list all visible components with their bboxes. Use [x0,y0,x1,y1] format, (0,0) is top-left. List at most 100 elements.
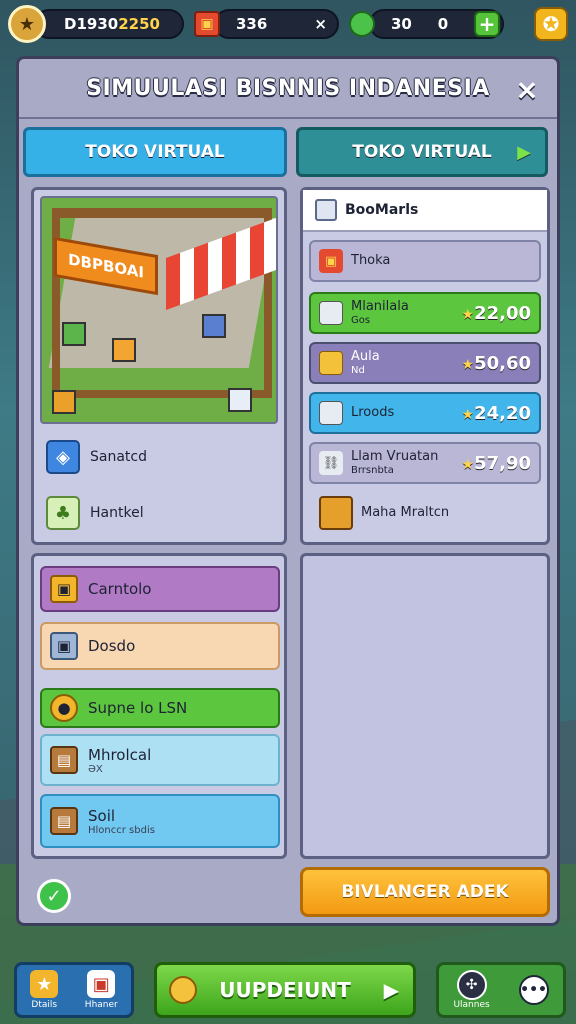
gift-close-icon[interactable]: × [314,15,327,33]
product-list-header: BooMarls [303,190,547,232]
inventory-bar-lightblue[interactable]: ▤ Mhrolcal ƏX [40,734,280,786]
profile-avatar[interactable]: ★ [8,5,46,43]
tab-virtual-store-left[interactable]: TOKO VIRTUAL [23,127,287,177]
more-options-button[interactable]: ••• [518,975,549,1005]
store-preview-card: DBPBOAI ◈ Sanatcd ♣ Hantkel [31,187,287,545]
nav-label: Ulannes [453,1000,490,1010]
price-value: 22,00 [474,302,531,324]
price-value: 50,60 [474,352,531,374]
inventory-bar-green[interactable]: ● Supne lo LSN [40,688,280,728]
primary-action-button[interactable]: BIVLANGER ADEK [300,867,550,917]
add-gems-button[interactable]: + [474,11,500,37]
empty-content-area [300,553,550,859]
product-name: Aula [351,349,380,365]
price-value: 24,20 [474,402,531,424]
tab-virtual-store-right[interactable]: TOKO VIRTUAL ▶ [296,127,548,177]
crate-icon: ▤ [50,746,78,774]
product-name: Lroods [351,404,395,420]
product-name: Mlanilala [351,299,409,315]
favorites-star-button[interactable]: ✪ [534,7,568,41]
product-name: Thoka [351,252,391,268]
tab-label: TOKO VIRTUAL [352,142,492,162]
inventory-bar-purple[interactable]: ▣ Carntolo [40,566,280,612]
business-panel: SIMUULASI BISNNIS INDANESIA × TOKO VIRTU… [16,56,560,926]
bar-label: Carntolo [88,580,152,598]
store-illustration[interactable]: DBPBOAI [40,196,278,424]
star-icon: ★ [461,306,475,323]
bar-sublabel: Hlonccr sbdis [88,824,155,836]
update-button[interactable]: UUPDEIUNT ▶ [154,962,416,1018]
update-label: UUPDEIUNT [219,978,351,1002]
nav-details[interactable]: ★ Dtails [30,970,59,1010]
gem-counter: 30 0 + [369,9,504,39]
bar-label: Soil [88,806,116,825]
crate-icon: ▤ [50,807,78,835]
bar-label: Mhrolcal [88,745,152,764]
inventory-bar-blue[interactable]: ▤ Soil Hlonccr sbdis [40,794,280,848]
product-sub: Gos [351,314,371,326]
inventory-bar-peach[interactable]: ▣ Dosdo [40,622,280,670]
box-icon: ▣ [50,575,78,603]
crate-icon [112,338,136,362]
nav-label: Hhaner [84,1000,118,1010]
product-row[interactable]: Mlanilala Gos ★22,00 [309,292,541,334]
box-icon: ▣ [50,632,78,660]
product-sub: Nd [351,364,365,376]
money-prefix: D1930 [64,15,119,33]
nav-share[interactable]: ▣ Hhaner [85,970,118,1010]
product-price: ★50,60 [462,353,532,374]
star-icon: ★ [461,456,475,473]
bar-text-block: Mhrolcal ƏX [88,746,151,775]
confirm-check-button[interactable]: ✓ [37,879,71,913]
bottom-right-panel: ✣ Ulannes ••• [436,962,566,1018]
crate-icon [62,322,86,346]
bottom-bar: ★ Dtails ▣ Hhaner UUPDEIUNT ▶ ✣ Ulannes … [10,962,566,1018]
product-price: ★57,90 [462,453,532,474]
star-icon: ★ [461,406,475,423]
star-icon: ★ [461,356,475,373]
butter-icon [319,351,343,375]
top-bar: ★ D1930 2250 ▣ 336 × 30 0 + ✪ [8,5,568,43]
gem-count: 30 [391,15,412,33]
product-row[interactable]: ▣ Thoka [309,240,541,282]
fan-icon: ✣ [456,970,487,1000]
gift-icon: ▣ [319,249,343,273]
jar-icon [319,401,343,425]
product-row[interactable]: Maha Mraltcn [309,490,541,536]
crate-icon [52,390,76,414]
plant-icon: ♣ [46,496,80,530]
money-value: 2250 [118,15,160,33]
product-row[interactable]: ⛓ Llam Vruatan Brrsnbta ★57,90 [309,442,541,484]
left-item-label: Sanatcd [90,449,147,465]
close-icon[interactable]: × [511,73,543,106]
product-price: ★22,00 [462,303,532,324]
gift-icon: ▣ [87,970,116,998]
star-icon: ★ [18,13,36,35]
gift-icon[interactable]: ▣ [194,11,220,37]
left-list-item[interactable]: ◈ Sanatcd [40,434,278,480]
left-list-item[interactable]: ♣ Hantkel [40,490,278,536]
jar-icon [319,301,343,325]
product-list-card: BooMarls ▣ Thoka Mlanilala Gos ★22,00 Au… [300,187,550,545]
product-price: ★24,20 [462,403,532,424]
panel-titlebar: SIMUULASI BISNNIS INDANESIA × [19,59,557,119]
bar-sublabel: ƏX [88,763,103,775]
product-row[interactable]: Lroods ★24,20 [309,392,541,434]
arrow-right-icon: ▶ [517,141,531,163]
coin-icon: ● [50,694,78,722]
left-item-label: Hantkel [90,505,144,521]
box-icon: ◈ [46,440,80,474]
product-row[interactable]: Aula Nd ★50,60 [309,342,541,384]
arrow-right-icon: ▶ [383,978,399,1002]
bar-label: Dosdo [88,637,136,655]
product-name: Maha Mraltcn [361,504,450,520]
nav-settings[interactable]: ✣ Ulannes [453,970,490,1010]
gem-secondary-count: 0 [437,15,449,33]
product-text: Aula Nd [351,349,454,376]
star-icon: ★ [30,970,59,998]
money-counter: D1930 2250 [34,9,184,39]
product-sub: Brrsnbta [351,464,394,476]
panel-title: SIMUULASI BISNNIS INDANESIA [86,75,490,101]
crate-icon [228,388,252,412]
price-value: 57,90 [474,452,531,474]
